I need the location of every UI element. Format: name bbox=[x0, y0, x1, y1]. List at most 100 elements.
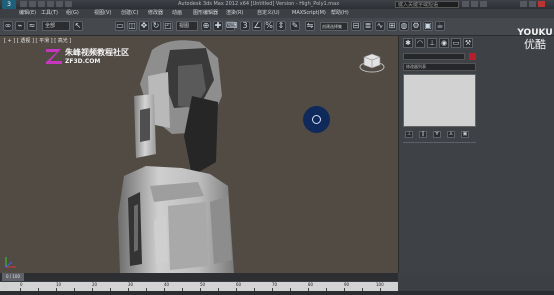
tick-label: 0 bbox=[20, 282, 23, 287]
minimize-button[interactable] bbox=[520, 1, 527, 7]
main-toolbar: ∞ ⌁ ≈ 全部 ↖ ▭ ◫ ✥ ↻ ◰ 视图 ⊕ ✚ ⌨ 3 ∠ % ⇕ ✎ … bbox=[0, 18, 554, 36]
tick-label: 20 bbox=[92, 282, 98, 287]
object-color-swatch[interactable] bbox=[469, 53, 476, 60]
edit-named-selection-icon[interactable]: ✎ bbox=[290, 21, 300, 31]
status-icon[interactable]: 登 bbox=[2, 282, 8, 291]
steering-wheel-icon[interactable] bbox=[303, 106, 330, 133]
rotate-icon[interactable]: ↻ bbox=[151, 21, 161, 31]
viewcube-icon[interactable] bbox=[359, 51, 385, 73]
menu-group[interactable]: 组(G) bbox=[66, 9, 79, 18]
mirror-icon[interactable]: ⇋ bbox=[305, 21, 315, 31]
menu-help[interactable]: 帮助(H) bbox=[331, 9, 349, 18]
selection-filter-dropdown[interactable]: 全部 bbox=[42, 21, 70, 31]
tab-modify[interactable]: ◠ bbox=[415, 38, 425, 48]
reference-coord-dropdown[interactable]: 视图 bbox=[176, 21, 198, 31]
project-folder-icon[interactable] bbox=[65, 1, 72, 7]
pivot-center-icon[interactable]: ⊕ bbox=[201, 21, 211, 31]
app-logo-icon[interactable]: 3 bbox=[2, 0, 16, 9]
watermark-url: ZF3D.COM bbox=[65, 58, 101, 65]
track-bar[interactable]: 0 10 20 30 40 50 60 70 80 90 100 bbox=[0, 282, 398, 291]
tab-display[interactable]: ▭ bbox=[451, 38, 461, 48]
time-slider[interactable]: 0 / 100 bbox=[0, 273, 398, 281]
help-icon[interactable] bbox=[471, 1, 478, 7]
open-file-icon[interactable] bbox=[29, 1, 36, 7]
new-file-icon[interactable] bbox=[20, 1, 27, 7]
tick-label: 30 bbox=[128, 282, 134, 287]
tick-label: 40 bbox=[164, 282, 170, 287]
modifier-list-dropdown[interactable]: 修改器列表 bbox=[403, 63, 476, 71]
percent-snap-icon[interactable]: % bbox=[264, 21, 274, 31]
window-crossing-icon[interactable]: ◫ bbox=[127, 21, 137, 31]
angle-snap-icon[interactable]: ∠ bbox=[252, 21, 262, 31]
menu-modifiers[interactable]: 修改器 bbox=[148, 9, 163, 18]
tab-utilities[interactable]: ⚒ bbox=[463, 38, 473, 48]
spinner-snap-icon[interactable]: ⇕ bbox=[276, 21, 286, 31]
named-selection-set-dropdown[interactable]: 创建选择集 bbox=[320, 22, 348, 31]
info-icon[interactable] bbox=[480, 1, 487, 7]
menu-bar: 编辑(E) 工具(T) 组(G) 视图(V) 创建(C) 修改器 动画 图形编辑… bbox=[0, 9, 554, 18]
menu-create[interactable]: 创建(C) bbox=[121, 9, 138, 18]
snap-toggle-icon[interactable]: 3 bbox=[240, 21, 250, 31]
timeline: 0 / 100 0 10 20 30 40 50 60 70 80 90 100… bbox=[0, 273, 554, 295]
object-name-field[interactable] bbox=[403, 53, 465, 60]
remove-modifier-icon[interactable]: ♙ bbox=[447, 131, 455, 138]
tick-label: 100 bbox=[376, 282, 384, 287]
move-icon[interactable]: ✥ bbox=[139, 21, 149, 31]
maximize-button[interactable] bbox=[529, 1, 536, 7]
tab-motion[interactable]: ◉ bbox=[439, 38, 449, 48]
layer-manager-icon[interactable]: ≣ bbox=[363, 21, 373, 31]
tab-create[interactable]: ✱ bbox=[403, 38, 413, 48]
time-slider-thumb[interactable]: 0 / 100 bbox=[2, 273, 24, 281]
menu-customize[interactable]: 自定义(U) bbox=[257, 9, 280, 18]
render-production-icon[interactable]: ☕ bbox=[435, 21, 445, 31]
menu-maxscript[interactable]: MAXScript(M) bbox=[292, 9, 326, 18]
title-bar: 3 Autodesk 3ds Max 2012 x64 [Untitled] V… bbox=[0, 0, 554, 9]
manipulate-icon[interactable]: ✚ bbox=[213, 21, 223, 31]
youku-logo-chinese: 优酷 bbox=[524, 38, 546, 51]
close-button[interactable] bbox=[538, 1, 545, 7]
show-end-result-icon[interactable]: ‖ bbox=[419, 131, 427, 138]
viewport-label[interactable]: [ + ] [ 透视 ] [ 平滑 ] [ 高光 ] bbox=[4, 37, 71, 44]
armor-model[interactable] bbox=[110, 36, 270, 273]
menu-edit[interactable]: 编辑(E) bbox=[19, 9, 36, 18]
tick-label: 70 bbox=[272, 282, 278, 287]
panel-divider bbox=[403, 142, 476, 143]
youku-watermark: YOUKU 优酷 bbox=[516, 28, 554, 52]
rendered-frame-icon[interactable]: ▣ bbox=[423, 21, 433, 31]
material-editor-icon[interactable]: ◍ bbox=[399, 21, 409, 31]
perspective-viewport[interactable]: [ + ] [ 透视 ] [ 平滑 ] [ 高光 ] 朱峰视频教程社区 ZF3D… bbox=[0, 36, 399, 274]
axis-tripod-icon bbox=[5, 257, 16, 268]
modifier-stack[interactable] bbox=[403, 74, 476, 127]
configure-modifier-sets-icon[interactable]: ▣ bbox=[461, 131, 469, 138]
rect-select-icon[interactable]: ▭ bbox=[115, 21, 125, 31]
render-setup-icon[interactable]: ⚙ bbox=[411, 21, 421, 31]
keyboard-shortcut-icon[interactable]: ⌨ bbox=[225, 21, 238, 31]
orbit-center-icon[interactable] bbox=[312, 115, 321, 124]
tick-label: 10 bbox=[56, 282, 62, 287]
menu-graph-editors[interactable]: 图形编辑器 bbox=[193, 9, 218, 18]
tab-hierarchy[interactable]: ⊥ bbox=[427, 38, 437, 48]
link-icon[interactable]: ∞ bbox=[3, 21, 13, 31]
align-icon[interactable]: ⊟ bbox=[351, 21, 361, 31]
youku-logo-text: YOUKU bbox=[517, 28, 553, 38]
menu-rendering[interactable]: 渲染(R) bbox=[226, 9, 243, 18]
undo-icon[interactable] bbox=[47, 1, 54, 7]
tick-label: 50 bbox=[200, 282, 206, 287]
curve-editor-icon[interactable]: ∿ bbox=[375, 21, 385, 31]
bind-spacewarp-icon[interactable]: ≈ bbox=[27, 21, 37, 31]
scale-icon[interactable]: ◰ bbox=[163, 21, 173, 31]
schematic-view-icon[interactable]: ⊞ bbox=[387, 21, 397, 31]
select-object-icon[interactable]: ↖ bbox=[73, 21, 83, 31]
tick-label: 80 bbox=[308, 282, 314, 287]
menu-views[interactable]: 视图(V) bbox=[94, 9, 111, 18]
pin-stack-icon[interactable]: ⊥ bbox=[405, 131, 413, 138]
window-title: Autodesk 3ds Max 2012 x64 [Untitled] Ver… bbox=[178, 1, 340, 7]
search-input[interactable]: 键入关键字或短语 bbox=[395, 1, 459, 8]
menu-animation[interactable]: 动画 bbox=[172, 9, 182, 18]
search-icon[interactable] bbox=[462, 1, 469, 7]
redo-icon[interactable] bbox=[56, 1, 63, 7]
unlink-icon[interactable]: ⌁ bbox=[15, 21, 25, 31]
menu-tools[interactable]: 工具(T) bbox=[41, 9, 58, 18]
make-unique-icon[interactable]: ∀ bbox=[433, 131, 441, 138]
save-file-icon[interactable] bbox=[38, 1, 45, 7]
